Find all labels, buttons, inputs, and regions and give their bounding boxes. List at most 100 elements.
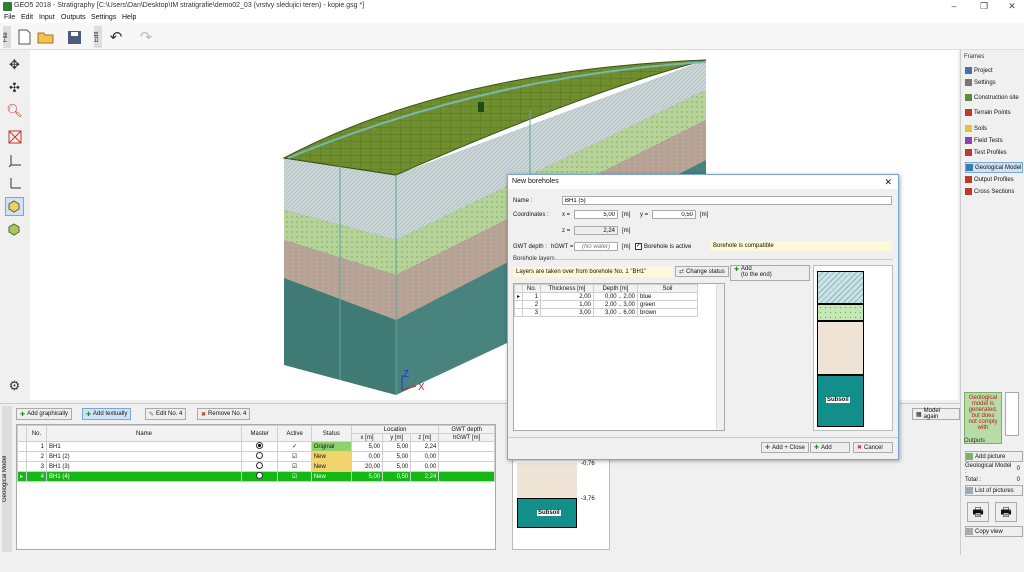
col-x: x [m] [350, 433, 384, 442]
warning-scrollbar[interactable] [1005, 392, 1019, 436]
active-checkbox[interactable]: ✓ [635, 243, 642, 250]
name-input[interactable] [562, 196, 892, 205]
frame-item-construction-site[interactable]: Construction site [965, 92, 1023, 103]
maximize-button[interactable]: ❐ [970, 0, 998, 13]
layer-row[interactable]: 2 1,00 2,00 .. 3,00 green [513, 300, 698, 309]
y-input[interactable] [652, 210, 696, 219]
profile-layer-brown [817, 321, 864, 375]
z-value: 2,24 [574, 226, 618, 235]
rotate-icon[interactable]: ✣ [5, 78, 24, 97]
frame-item-field-tests[interactable]: Field Tests [965, 135, 1023, 146]
layer-col-thickness: Thickness [m] [540, 284, 594, 293]
borehole-gwt [438, 451, 495, 462]
x-input[interactable] [574, 210, 618, 219]
add-to-end-button[interactable]: ✚ Add (to the end) [730, 265, 810, 281]
menu-input[interactable]: Input [39, 14, 55, 21]
layer-soil: green [637, 300, 698, 309]
list-of-pictures-button[interactable]: List of pictures [965, 485, 1023, 496]
save-icon[interactable] [64, 27, 84, 47]
dialog-close-icon[interactable]: ✕ [884, 177, 892, 188]
remove-button[interactable]: ✖ Remove No. 4 [197, 408, 251, 420]
borehole-row[interactable]: 2 BH1 (2) ☑ New 0,00 5,00 0,00 [17, 451, 495, 462]
master-radio[interactable] [256, 452, 264, 459]
add-textually-button[interactable]: ✚ Add textually [82, 408, 132, 420]
axes-2d-icon[interactable] [5, 173, 24, 192]
model-again-button[interactable]: ▦ Model again [912, 408, 960, 420]
borehole-row[interactable]: ▸ 4 BH1 (4) ☑ New 5,00 0,50 2,24 [17, 471, 495, 482]
frame-item-project[interactable]: Project [965, 65, 1023, 76]
layers-scrollbar[interactable] [716, 284, 724, 430]
pan-icon[interactable]: ✥ [5, 55, 24, 74]
undo-icon[interactable]: ↶ [106, 27, 126, 47]
row-indicator [17, 451, 27, 462]
print-preview-icon[interactable]: 🖶 [995, 502, 1017, 522]
menu-file[interactable]: File [4, 14, 15, 21]
boreholes-table-body: 1 BH1 ✓ Original 5,00 5,00 2,24 2 BH1 (2) ☑ New 0,0… [17, 441, 495, 572]
add-close-label: Add + Close [772, 444, 805, 451]
add-picture-button[interactable]: Add picture [965, 451, 1023, 462]
active-checkbox[interactable]: ☑ [277, 451, 312, 462]
print-icon[interactable]: 🖶 [967, 502, 989, 522]
menu-help[interactable]: Help [122, 14, 136, 21]
add-picture-label: Add picture [975, 453, 1006, 460]
frame-item-cross-sections[interactable]: Cross Sections [965, 186, 1023, 197]
frame-item-output-profiles[interactable]: Output Profiles [965, 174, 1023, 185]
menu-outputs[interactable]: Outputs [61, 14, 86, 21]
borehole-x: 5,00 [350, 471, 384, 482]
menu-settings[interactable]: Settings [91, 14, 116, 21]
borehole-name: BH1 (2) [46, 451, 242, 462]
zoom-icon[interactable]: 🔍︎ [5, 101, 24, 120]
preview-brown-layer [517, 463, 577, 498]
frame-item-label: Geological Model [975, 164, 1022, 171]
output-profiles-icon [965, 176, 972, 183]
master-radio[interactable] [256, 462, 264, 469]
file-tab-label[interactable]: File [3, 26, 11, 48]
minimize-button[interactable]: – [940, 0, 968, 13]
frame-item-test-profiles[interactable]: Test Profiles [965, 147, 1023, 158]
active-checkbox[interactable]: ☑ [277, 471, 312, 482]
borehole-row[interactable]: 1 BH1 ✓ Original 5,00 5,00 2,24 [17, 441, 495, 452]
master-radio[interactable] [256, 442, 264, 449]
settings-gear-icon[interactable]: ⚙ [5, 376, 24, 395]
master-cell[interactable] [240, 471, 279, 482]
active-checkbox-row[interactable]: ✓ Borehole is active [635, 243, 691, 250]
menu-edit[interactable]: Edit [21, 14, 33, 21]
model-again-label: Model again [923, 408, 941, 420]
name-label: Name : [513, 198, 533, 204]
layer-row[interactable]: ▸ 1 2,00 0,00 .. 2,00 blue [513, 292, 698, 301]
empty-row [18, 563, 495, 572]
gwt-input[interactable] [574, 242, 618, 251]
frame-item-label: Output Profiles [974, 176, 1014, 183]
open-file-icon[interactable] [36, 27, 56, 47]
col-name: Name [46, 425, 242, 442]
active-checkbox[interactable]: ✓ [277, 441, 312, 452]
frame-item-settings[interactable]: Settings [965, 77, 1023, 88]
add-button[interactable]: ✚ Add [810, 442, 850, 453]
frame-item-soils[interactable]: Soils [965, 123, 1023, 134]
layer-row[interactable]: 3 3,00 3,00 .. 6,00 brown [513, 308, 698, 317]
add-graphically-button[interactable]: ✚ Add graphically [16, 408, 73, 420]
view-3d-solid-icon[interactable] [5, 220, 24, 239]
cancel-button[interactable]: ✖ Cancel [853, 442, 893, 453]
master-cell[interactable] [240, 461, 279, 472]
borehole-row[interactable]: 3 BH1 (3) ☑ New 20,00 5,00 0,00 [17, 461, 495, 472]
new-file-icon[interactable] [14, 27, 34, 47]
axes-3d-icon[interactable] [5, 150, 24, 169]
master-radio[interactable] [256, 472, 264, 479]
close-window-button[interactable]: ✕ [998, 0, 1024, 13]
frame-item-terrain-points[interactable]: Terrain Points [965, 107, 1023, 118]
change-status-button[interactable]: ⇄ Change status [675, 266, 729, 277]
master-cell[interactable] [240, 451, 279, 462]
master-cell[interactable] [240, 441, 279, 452]
copy-view-button[interactable]: Copy view [965, 526, 1023, 537]
view-3d-icon[interactable] [5, 197, 24, 216]
edit-button[interactable]: ✎ Edit No. 4 [145, 408, 187, 420]
active-checkbox[interactable]: ☑ [277, 461, 312, 472]
frame-item-geological-model[interactable]: Geological Model [965, 162, 1023, 173]
status-badge: Original [310, 441, 352, 452]
status-badge: New [310, 471, 352, 482]
zoom-fit-icon[interactable] [5, 127, 24, 146]
add-close-button[interactable]: ✚ Add + Close [761, 442, 809, 453]
redo-icon[interactable]: ↷ [136, 27, 156, 47]
edit-tab-label[interactable]: Edit [94, 26, 102, 48]
